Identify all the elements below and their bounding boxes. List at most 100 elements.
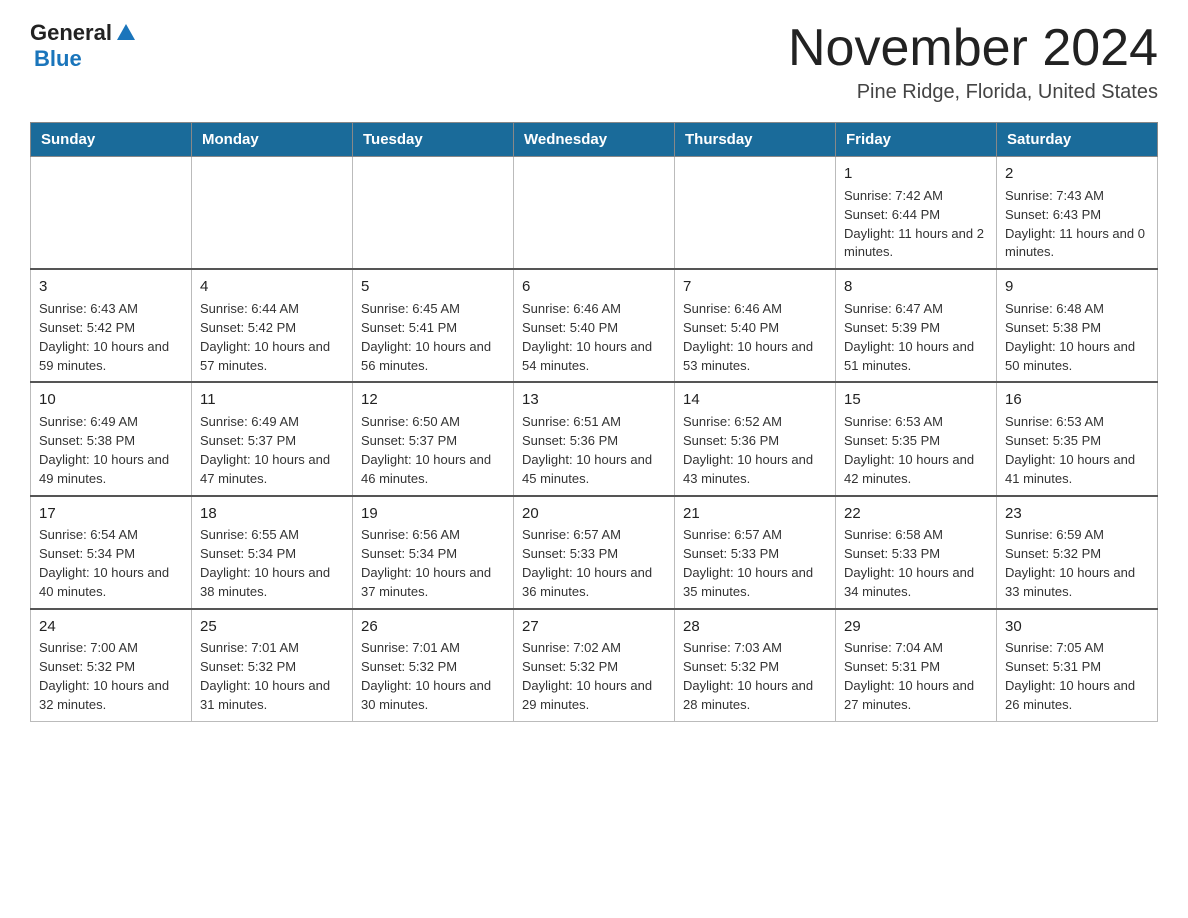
weekday-header-saturday: Saturday <box>997 123 1158 157</box>
day-number: 23 <box>1005 503 1149 525</box>
logo-flag-icon <box>115 22 137 44</box>
day-number: 1 <box>844 163 988 185</box>
day-info: Sunrise: 6:57 AM Sunset: 5:33 PM Dayligh… <box>683 527 813 599</box>
day-number: 29 <box>844 616 988 638</box>
weekday-header-monday: Monday <box>192 123 353 157</box>
logo-text: General <box>30 20 138 46</box>
day-number: 16 <box>1005 389 1149 411</box>
day-number: 30 <box>1005 616 1149 638</box>
calendar-cell: 23Sunrise: 6:59 AM Sunset: 5:32 PM Dayli… <box>997 496 1158 609</box>
day-info: Sunrise: 6:59 AM Sunset: 5:32 PM Dayligh… <box>1005 527 1135 599</box>
day-info: Sunrise: 6:57 AM Sunset: 5:33 PM Dayligh… <box>522 527 652 599</box>
day-number: 15 <box>844 389 988 411</box>
day-info: Sunrise: 6:53 AM Sunset: 5:35 PM Dayligh… <box>844 414 974 486</box>
weekday-header-sunday: Sunday <box>31 123 192 157</box>
location-subtitle: Pine Ridge, Florida, United States <box>788 81 1158 104</box>
logo-blue: Blue <box>34 46 82 72</box>
day-number: 27 <box>522 616 666 638</box>
day-info: Sunrise: 6:52 AM Sunset: 5:36 PM Dayligh… <box>683 414 813 486</box>
day-number: 25 <box>200 616 344 638</box>
day-info: Sunrise: 6:46 AM Sunset: 5:40 PM Dayligh… <box>683 301 813 373</box>
day-info: Sunrise: 7:42 AM Sunset: 6:44 PM Dayligh… <box>844 188 984 260</box>
day-info: Sunrise: 6:56 AM Sunset: 5:34 PM Dayligh… <box>361 527 491 599</box>
day-info: Sunrise: 6:55 AM Sunset: 5:34 PM Dayligh… <box>200 527 330 599</box>
day-info: Sunrise: 6:44 AM Sunset: 5:42 PM Dayligh… <box>200 301 330 373</box>
calendar-cell: 7 Sunrise: 6:46 AM Sunset: 5:40 PM Daylig… <box>675 269 836 382</box>
calendar-cell: 30Sunrise: 7:05 AM Sunset: 5:31 PM Dayli… <box>997 609 1158 722</box>
day-info: Sunrise: 7:05 AM Sunset: 5:31 PM Dayligh… <box>1005 640 1135 712</box>
day-info: Sunrise: 7:04 AM Sunset: 5:31 PM Dayligh… <box>844 640 974 712</box>
calendar-cell: 4 Sunrise: 6:44 AM Sunset: 5:42 PM Daylig… <box>192 269 353 382</box>
calendar-cell <box>675 157 836 270</box>
calendar-cell: 5 Sunrise: 6:45 AM Sunset: 5:41 PM Daylig… <box>353 269 514 382</box>
calendar-cell: 13 Sunrise: 6:51 AM Sunset: 5:36 PM Dayli… <box>514 382 675 495</box>
title-area: November 2024 Pine Ridge, Florida, Unite… <box>788 20 1158 104</box>
month-title: November 2024 <box>788 20 1158 77</box>
day-number: 22 <box>844 503 988 525</box>
day-number: 3 <box>39 276 183 298</box>
calendar-cell: 29Sunrise: 7:04 AM Sunset: 5:31 PM Dayli… <box>836 609 997 722</box>
day-number: 13 <box>522 389 666 411</box>
page-header: General Blue November 2024 Pine Ridge, F… <box>30 20 1158 104</box>
calendar-cell: 12Sunrise: 6:50 AM Sunset: 5:37 PM Dayli… <box>353 382 514 495</box>
day-number: 21 <box>683 503 827 525</box>
calendar-cell <box>192 157 353 270</box>
calendar-cell: 16 Sunrise: 6:53 AM Sunset: 5:35 PM Dayli… <box>997 382 1158 495</box>
day-number: 6 <box>522 276 666 298</box>
calendar-cell <box>31 157 192 270</box>
day-number: 28 <box>683 616 827 638</box>
day-info: Sunrise: 7:02 AM Sunset: 5:32 PM Dayligh… <box>522 640 652 712</box>
weekday-header-thursday: Thursday <box>675 123 836 157</box>
day-info: Sunrise: 7:01 AM Sunset: 5:32 PM Dayligh… <box>361 640 491 712</box>
day-number: 2 <box>1005 163 1149 185</box>
day-number: 5 <box>361 276 505 298</box>
calendar-cell: 3Sunrise: 6:43 AM Sunset: 5:42 PM Daylig… <box>31 269 192 382</box>
day-number: 9 <box>1005 276 1149 298</box>
calendar-cell: 14 Sunrise: 6:52 AM Sunset: 5:36 PM Dayli… <box>675 382 836 495</box>
calendar-week-row: 3Sunrise: 6:43 AM Sunset: 5:42 PM Daylig… <box>31 269 1158 382</box>
day-number: 8 <box>844 276 988 298</box>
day-number: 18 <box>200 503 344 525</box>
calendar-cell: 10 Sunrise: 6:49 AM Sunset: 5:38 PM Dayli… <box>31 382 192 495</box>
day-info: Sunrise: 6:48 AM Sunset: 5:38 PM Dayligh… <box>1005 301 1135 373</box>
calendar-cell: 20Sunrise: 6:57 AM Sunset: 5:33 PM Dayli… <box>514 496 675 609</box>
calendar-cell: 19Sunrise: 6:56 AM Sunset: 5:34 PM Dayli… <box>353 496 514 609</box>
day-number: 11 <box>200 389 344 411</box>
calendar-cell: 18Sunrise: 6:55 AM Sunset: 5:34 PM Dayli… <box>192 496 353 609</box>
day-number: 12 <box>361 389 505 411</box>
day-number: 4 <box>200 276 344 298</box>
day-info: Sunrise: 7:43 AM Sunset: 6:43 PM Dayligh… <box>1005 188 1145 260</box>
day-info: Sunrise: 7:00 AM Sunset: 5:32 PM Dayligh… <box>39 640 169 712</box>
day-number: 26 <box>361 616 505 638</box>
day-info: Sunrise: 6:49 AM Sunset: 5:37 PM Dayligh… <box>200 414 330 486</box>
day-number: 10 <box>39 389 183 411</box>
day-info: Sunrise: 6:45 AM Sunset: 5:41 PM Dayligh… <box>361 301 491 373</box>
calendar-cell: 17Sunrise: 6:54 AM Sunset: 5:34 PM Dayli… <box>31 496 192 609</box>
calendar-cell: 24Sunrise: 7:00 AM Sunset: 5:32 PM Dayli… <box>31 609 192 722</box>
day-info: Sunrise: 6:51 AM Sunset: 5:36 PM Dayligh… <box>522 414 652 486</box>
calendar-cell: 11 Sunrise: 6:49 AM Sunset: 5:37 PM Dayli… <box>192 382 353 495</box>
weekday-header-friday: Friday <box>836 123 997 157</box>
calendar-week-row: 17Sunrise: 6:54 AM Sunset: 5:34 PM Dayli… <box>31 496 1158 609</box>
weekday-header-wednesday: Wednesday <box>514 123 675 157</box>
day-info: Sunrise: 6:49 AM Sunset: 5:38 PM Dayligh… <box>39 414 169 486</box>
day-number: 20 <box>522 503 666 525</box>
day-info: Sunrise: 7:01 AM Sunset: 5:32 PM Dayligh… <box>200 640 330 712</box>
calendar-header-row: SundayMondayTuesdayWednesdayThursdayFrid… <box>31 123 1158 157</box>
logo: General Blue <box>30 20 138 72</box>
calendar-cell: 26Sunrise: 7:01 AM Sunset: 5:32 PM Dayli… <box>353 609 514 722</box>
day-number: 7 <box>683 276 827 298</box>
calendar-table: SundayMondayTuesdayWednesdayThursdayFrid… <box>30 122 1158 722</box>
calendar-cell: 21Sunrise: 6:57 AM Sunset: 5:33 PM Dayli… <box>675 496 836 609</box>
day-number: 14 <box>683 389 827 411</box>
calendar-cell: 27Sunrise: 7:02 AM Sunset: 5:32 PM Dayli… <box>514 609 675 722</box>
calendar-cell: 1 Sunrise: 7:42 AM Sunset: 6:44 PM Daylig… <box>836 157 997 270</box>
day-info: Sunrise: 7:03 AM Sunset: 5:32 PM Dayligh… <box>683 640 813 712</box>
day-info: Sunrise: 6:53 AM Sunset: 5:35 PM Dayligh… <box>1005 414 1135 486</box>
calendar-cell: 8Sunrise: 6:47 AM Sunset: 5:39 PM Daylig… <box>836 269 997 382</box>
calendar-week-row: 10 Sunrise: 6:49 AM Sunset: 5:38 PM Dayli… <box>31 382 1158 495</box>
logo-general: General <box>30 20 112 46</box>
day-info: Sunrise: 6:46 AM Sunset: 5:40 PM Dayligh… <box>522 301 652 373</box>
calendar-week-row: 1 Sunrise: 7:42 AM Sunset: 6:44 PM Daylig… <box>31 157 1158 270</box>
calendar-cell: 2 Sunrise: 7:43 AM Sunset: 6:43 PM Daylig… <box>997 157 1158 270</box>
